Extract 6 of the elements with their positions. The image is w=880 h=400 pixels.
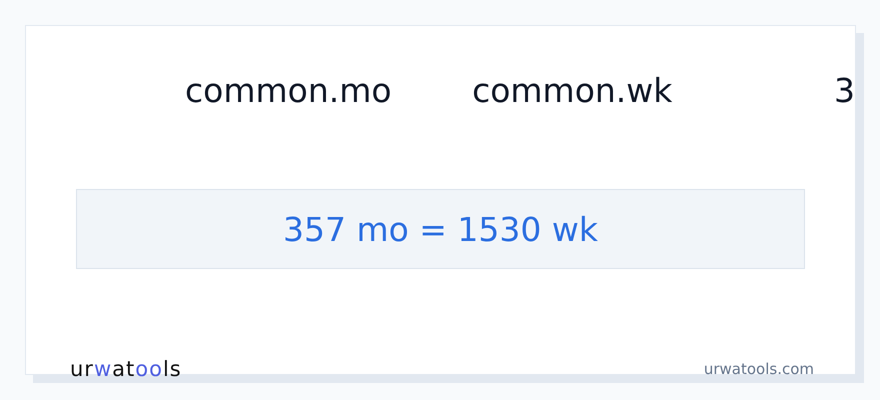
column-heading: 3 bbox=[834, 70, 855, 110]
logo: urwatools bbox=[70, 357, 182, 381]
column-heading: common.wk bbox=[472, 70, 674, 110]
column-heading: common.mo bbox=[185, 70, 393, 110]
site-url: urwatools.com bbox=[704, 360, 814, 378]
result-text: 357 mo = 1530 wk bbox=[76, 189, 805, 269]
